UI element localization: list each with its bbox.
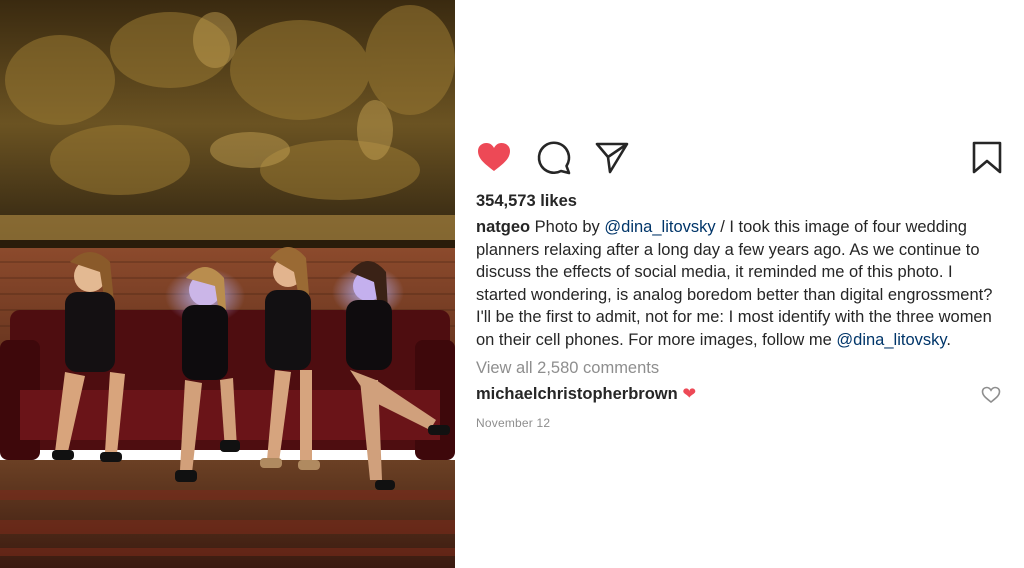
caption-text: Photo by xyxy=(530,218,605,236)
share-button[interactable] xyxy=(594,140,632,176)
likes-count[interactable]: 354,573 likes xyxy=(476,192,577,211)
post-actions xyxy=(476,140,1006,176)
heart-outline-icon xyxy=(981,386,1001,404)
caption-mention[interactable]: @dina_litovsky xyxy=(604,218,715,236)
speech-bubble-icon xyxy=(537,141,571,175)
comment-like-button[interactable] xyxy=(981,385,1001,405)
caption-text: / I took this image of four wedding plan… xyxy=(476,218,993,349)
view-all-comments-link[interactable]: View all 2,580 comments xyxy=(476,359,659,378)
paper-plane-icon xyxy=(595,142,629,174)
wedding-planners-photo xyxy=(0,0,455,568)
comment-button[interactable] xyxy=(536,140,574,176)
caption-mention[interactable]: @dina_litovsky xyxy=(836,331,946,349)
post-details-panel: 354,573 likes natgeo Photo by @dina_lito… xyxy=(476,0,1006,568)
save-button[interactable] xyxy=(970,140,1008,176)
caption-username[interactable]: natgeo xyxy=(476,218,530,236)
caption-text: . xyxy=(946,330,951,349)
heart-filled-icon xyxy=(478,143,510,171)
like-button[interactable] xyxy=(476,140,514,176)
comment-item: michaelchristopherbrown ❤ xyxy=(476,384,1001,408)
comment-text: ❤ xyxy=(682,385,697,403)
comment-username[interactable]: michaelchristopherbrown xyxy=(476,385,678,403)
post-date: November 12 xyxy=(476,416,551,430)
bookmark-icon xyxy=(972,141,1002,174)
post-photo[interactable] xyxy=(0,0,455,568)
post-caption: natgeo Photo by @dina_litovsky / I took … xyxy=(476,216,1001,352)
